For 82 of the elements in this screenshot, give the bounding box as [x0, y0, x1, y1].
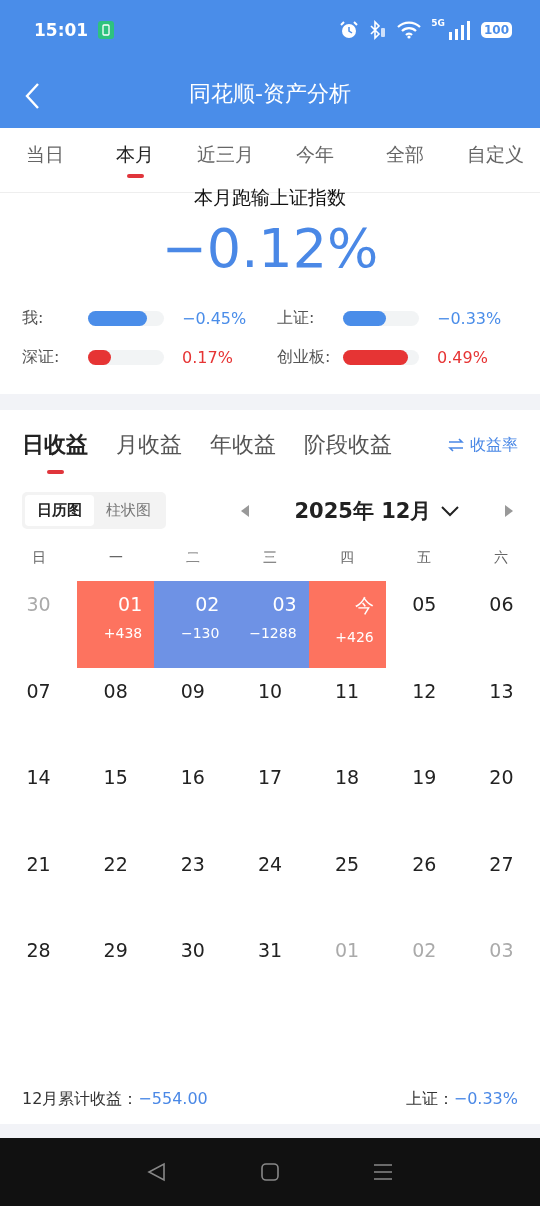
- day-number[interactable]: 17: [257, 766, 283, 788]
- day-number[interactable]: 28: [26, 939, 51, 961]
- day-number[interactable]: 19: [412, 766, 437, 788]
- day-number[interactable]: 20: [489, 766, 514, 788]
- excess-return-value: −0.12%: [161, 217, 379, 280]
- day-number[interactable]: 21: [26, 852, 51, 875]
- weekday-label: 二: [185, 549, 200, 567]
- battery-charging-icon: [98, 21, 115, 39]
- earnings-tab[interactable]: 阶段收益: [304, 430, 392, 474]
- comparison-label: 深证:: [22, 347, 61, 368]
- day-number[interactable]: 16: [180, 766, 205, 788]
- earnings-tab[interactable]: 年收益: [210, 430, 276, 474]
- day-number[interactable]: 30: [180, 939, 205, 961]
- day-number[interactable]: 12: [412, 679, 437, 702]
- weekday-label: 五: [417, 549, 432, 567]
- day-number[interactable]: 06: [489, 593, 514, 615]
- period-tab[interactable]: 自定义: [450, 128, 540, 192]
- day-number[interactable]: 24: [257, 852, 283, 875]
- chevron-down-icon: [441, 504, 460, 517]
- day-gain: −1288: [249, 625, 297, 641]
- weekday-label: 六: [494, 549, 509, 567]
- period-tab[interactable]: 全部: [360, 128, 450, 192]
- day-number[interactable]: 18: [335, 766, 360, 788]
- weekday-label: 四: [340, 549, 355, 567]
- comparison-label: 创业板:: [277, 347, 332, 368]
- view-option[interactable]: 柱状图: [94, 495, 163, 526]
- day-number[interactable]: 14: [26, 766, 51, 788]
- period-tab[interactable]: 本月: [90, 128, 180, 192]
- day-number[interactable]: 11: [335, 679, 360, 702]
- day-number[interactable]: 22: [103, 852, 128, 875]
- day-number[interactable]: 05: [412, 593, 437, 615]
- rate-toggle[interactable]: 收益率: [448, 434, 518, 456]
- weekday-label: 一: [108, 549, 123, 567]
- index-label: 上证：: [405, 1089, 454, 1110]
- comparison-value: −0.45%: [182, 309, 247, 328]
- day-gain: +426: [335, 629, 374, 645]
- day-number[interactable]: 31: [257, 939, 283, 961]
- month-picker[interactable]: 2025年 12月: [294, 496, 460, 525]
- right-triangle-icon: [504, 503, 514, 518]
- day-number[interactable]: 13: [489, 679, 514, 702]
- comparison-value: 0.17%: [182, 348, 233, 367]
- day-gain: −130: [180, 625, 220, 641]
- day-number[interactable]: 25: [335, 852, 360, 875]
- day-number: 02: [195, 593, 220, 615]
- day-number[interactable]: 23: [180, 852, 205, 875]
- weekday-label: 三: [263, 549, 277, 567]
- day-number[interactable]: 10: [257, 679, 283, 702]
- day-number: 01: [118, 593, 143, 615]
- swap-arrows-icon: [448, 438, 464, 452]
- view-option[interactable]: 日历图: [25, 495, 94, 526]
- network-type: 5G: [431, 18, 445, 28]
- alarm-icon: [339, 20, 360, 40]
- home-nav-icon[interactable]: [258, 1160, 282, 1184]
- comparison-value: 0.49%: [437, 348, 488, 367]
- index-value: −0.33%: [453, 1089, 518, 1110]
- signal-icon: [446, 20, 471, 40]
- comparison-label: 上证:: [277, 308, 316, 329]
- day-number: 03: [272, 593, 297, 615]
- period-tab[interactable]: 当日: [0, 128, 90, 192]
- comparison-value: −0.33%: [437, 309, 502, 328]
- day-number[interactable]: 07: [26, 679, 51, 702]
- day-number: 今: [354, 593, 374, 618]
- weekday-label: 日: [31, 549, 46, 567]
- day-number[interactable]: 26: [412, 852, 437, 875]
- left-triangle-icon: [240, 503, 250, 518]
- day-number[interactable]: 09: [180, 679, 205, 702]
- page-title: 同花顺-资产分析: [188, 80, 352, 108]
- bluetooth-icon: [369, 20, 388, 40]
- day-gain: +438: [103, 625, 143, 641]
- comparison-label: 我:: [22, 308, 45, 329]
- day-number[interactable]: 15: [103, 766, 128, 788]
- earnings-tab[interactable]: 月收益: [116, 430, 182, 474]
- battery-level: 100: [480, 22, 512, 38]
- wifi-icon: [397, 21, 422, 39]
- earnings-tab[interactable]: 日收益: [22, 430, 88, 474]
- day-number[interactable]: 27: [489, 852, 514, 875]
- total-value: −554.00: [138, 1089, 208, 1110]
- day-number[interactable]: 08: [103, 679, 128, 702]
- clock: 15:01: [34, 20, 89, 40]
- day-number[interactable]: 29: [103, 939, 128, 961]
- summary-caption: 本月跑输上证指数: [194, 185, 346, 210]
- total-label: 12月累计收益：: [22, 1089, 139, 1110]
